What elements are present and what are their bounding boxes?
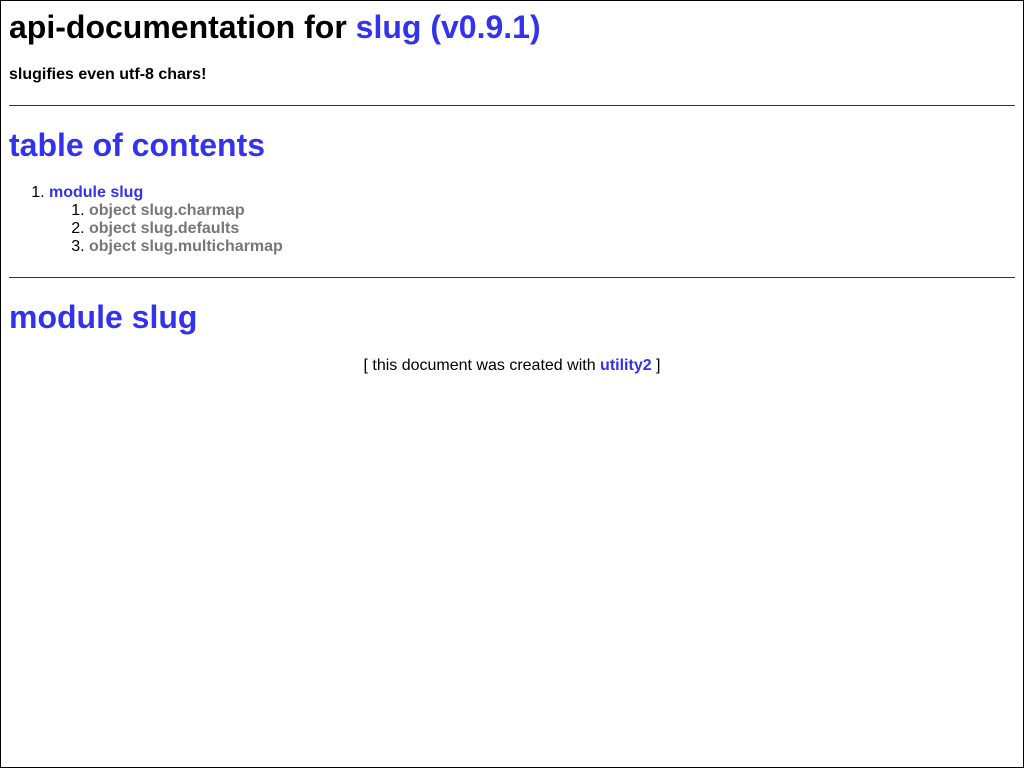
toc-heading: table of contents bbox=[9, 127, 1015, 164]
section-divider bbox=[9, 277, 1015, 278]
footer-text-close: ] bbox=[651, 357, 661, 374]
toc-link-charmap[interactable]: object slug.charmap bbox=[89, 202, 245, 219]
utility2-link[interactable]: utility2 bbox=[600, 357, 652, 374]
footer-note: [ this document was created with utility… bbox=[9, 357, 1015, 375]
toc-link-multicharmap[interactable]: object slug.multicharmap bbox=[89, 238, 283, 255]
module-heading: module slug bbox=[9, 299, 1015, 336]
page-title: api-documentation for slug (v0.9.1) bbox=[9, 1, 1015, 46]
document-page: api-documentation for slug (v0.9.1) slug… bbox=[0, 0, 1024, 768]
page-title-prefix: api-documentation for bbox=[9, 9, 356, 45]
toc-item-defaults: object slug.defaults bbox=[89, 220, 1015, 238]
section-divider bbox=[9, 105, 1015, 106]
module-heading-link[interactable]: module slug bbox=[9, 299, 197, 335]
toc-item-charmap: object slug.charmap bbox=[89, 202, 1015, 220]
toc-link-defaults[interactable]: object slug.defaults bbox=[89, 220, 239, 237]
toc-heading-link[interactable]: table of contents bbox=[9, 127, 265, 163]
toc-item-multicharmap: object slug.multicharmap bbox=[89, 238, 1015, 256]
footer-text-open: [ this document was created with bbox=[363, 357, 601, 374]
toc-sublist: object slug.charmap object slug.defaults… bbox=[49, 202, 1015, 256]
toc-link-module-slug[interactable]: module slug bbox=[49, 184, 143, 201]
package-version-link[interactable]: slug (v0.9.1) bbox=[356, 9, 541, 45]
toc-item-module-slug: module slug object slug.charmap object s… bbox=[49, 184, 1015, 256]
toc-list: module slug object slug.charmap object s… bbox=[9, 184, 1015, 256]
package-description: slugifies even utf-8 chars! bbox=[9, 66, 207, 83]
